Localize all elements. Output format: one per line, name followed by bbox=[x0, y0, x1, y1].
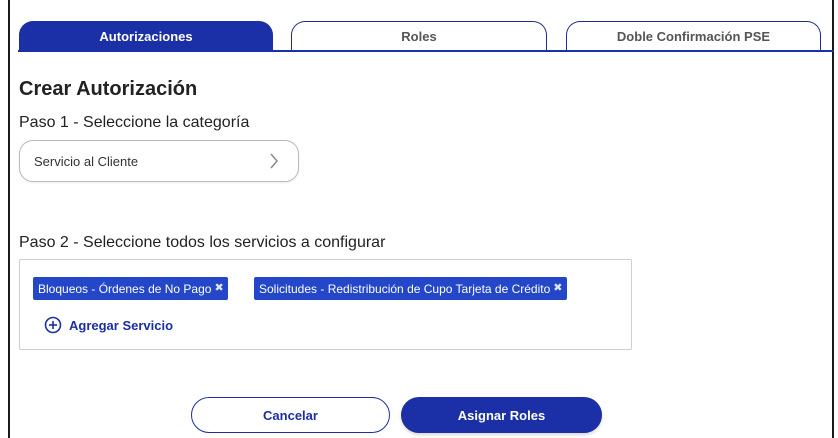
app-frame bbox=[8, 0, 834, 438]
step2-label: Paso 2 - Seleccione todos los servicios … bbox=[19, 234, 386, 251]
close-icon[interactable]: ✖ bbox=[553, 283, 562, 294]
close-icon[interactable]: ✖ bbox=[214, 283, 223, 294]
cancel-button[interactable]: Cancelar bbox=[191, 397, 390, 433]
services-box: Bloqueos - Órdenes de No Pago ✖ Solicitu… bbox=[19, 259, 632, 350]
plus-circle-icon bbox=[44, 316, 62, 334]
tab-underline bbox=[18, 50, 834, 52]
page-title: Crear Autorización bbox=[19, 78, 198, 100]
add-service-label: Agregar Servicio bbox=[69, 317, 174, 333]
step1-label: Paso 1 - Seleccione la categoría bbox=[19, 114, 250, 131]
category-select-value: Servicio al Cliente bbox=[34, 153, 139, 169]
tab-roles[interactable]: Roles bbox=[291, 21, 547, 51]
category-select[interactable]: Servicio al Cliente bbox=[19, 140, 299, 182]
chevron-right-icon bbox=[266, 153, 282, 169]
service-chip: Solicitudes - Redistribución de Cupo Tar… bbox=[254, 277, 567, 300]
tab-doble-confirmacion-pse[interactable]: Doble Confirmación PSE bbox=[566, 21, 821, 51]
tab-autorizaciones[interactable]: Autorizaciones bbox=[19, 21, 273, 51]
assign-roles-button[interactable]: Asignar Roles bbox=[401, 397, 602, 433]
service-chip-label: Bloqueos - Órdenes de No Pago bbox=[38, 281, 212, 296]
service-chip-label: Solicitudes - Redistribución de Cupo Tar… bbox=[259, 281, 551, 296]
service-chip: Bloqueos - Órdenes de No Pago ✖ bbox=[33, 277, 228, 300]
add-service-button[interactable]: Agregar Servicio bbox=[44, 316, 173, 334]
